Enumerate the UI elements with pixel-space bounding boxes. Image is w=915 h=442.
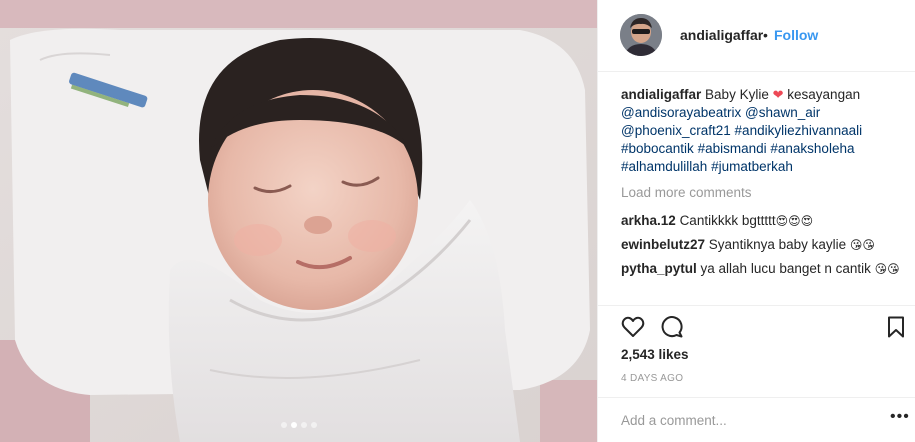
carousel-indicator — [0, 421, 597, 429]
caption-tag[interactable]: #andikyliezhivannaali — [735, 123, 863, 138]
add-comment-bar: ••• — [598, 397, 915, 442]
carousel-dot[interactable] — [300, 422, 307, 428]
caption-tag[interactable]: #bobocantik — [621, 141, 694, 156]
comment-text: Cantikkkk bgttttt — [679, 213, 776, 228]
post-header: andialigaffar • Follow — [598, 0, 915, 72]
comment: arkha.12 Cantikkkk bgttttt😍😍😍 — [621, 212, 901, 230]
comment-text: Syantiknya baby kaylie — [708, 237, 847, 252]
caption-tag[interactable]: #jumatberkah — [711, 159, 793, 174]
likes-count[interactable]: 2,543 likes — [621, 347, 689, 362]
carousel-dot[interactable] — [280, 422, 287, 428]
caption-tag[interactable]: @andisorayabeatrix — [621, 105, 741, 120]
caption-username[interactable]: andialigaffar — [621, 87, 701, 102]
header-separator: • — [763, 27, 768, 43]
comment-username[interactable]: arkha.12 — [621, 213, 676, 228]
comment: ewinbelutz27 Syantiknya baby kaylie 😘😘 — [621, 236, 901, 254]
comment-bubble-icon[interactable] — [660, 315, 684, 339]
caption-text-after: kesayangan — [787, 87, 861, 102]
heart-emoji: ❤ — [772, 87, 784, 102]
caption-tag[interactable]: @shawn_air — [745, 105, 820, 120]
avatar-image — [620, 14, 662, 56]
caption-tag[interactable]: #alhamdulillah — [621, 159, 707, 174]
comments-list: andialigaffar Baby Kylie ❤ kesayangan @a… — [621, 86, 901, 284]
carousel-dot-active[interactable] — [290, 422, 297, 428]
post-timestamp: 4 DAYS AGO — [621, 373, 684, 384]
more-options-icon[interactable]: ••• — [890, 408, 910, 426]
caption-tag[interactable]: #anaksholeha — [770, 141, 854, 156]
comment-text: ya allah lucu banget n cantik — [700, 261, 871, 276]
load-more-comments-button[interactable]: Load more comments — [621, 184, 901, 202]
comment-username[interactable]: ewinbelutz27 — [621, 237, 705, 252]
header-username[interactable]: andialigaffar — [680, 27, 763, 43]
caption-tag[interactable]: #abismandi — [698, 141, 767, 156]
comment-input[interactable] — [621, 411, 861, 429]
caption-text: Baby Kylie — [705, 87, 769, 102]
comment-emoji: 😍😍😍 — [775, 214, 814, 228]
comment-emoji: 😘😘 — [874, 262, 900, 276]
post-photo[interactable] — [0, 0, 597, 442]
follow-button[interactable]: Follow — [774, 27, 818, 43]
caption: andialigaffar Baby Kylie ❤ kesayangan @a… — [621, 86, 901, 176]
heart-outline-icon[interactable] — [621, 315, 645, 339]
avatar[interactable] — [620, 14, 662, 56]
comment-emoji: 😘😘 — [849, 238, 875, 252]
action-bar — [598, 305, 915, 345]
carousel-dot[interactable] — [310, 422, 317, 428]
bookmark-icon[interactable] — [884, 315, 908, 339]
newborn-photo — [0, 0, 597, 442]
comment-username[interactable]: pytha_pytul — [621, 261, 697, 276]
post-sidebar: andialigaffar • Follow andialigaffar Bab… — [597, 0, 915, 442]
caption-tag[interactable]: @phoenix_craft21 — [621, 123, 731, 138]
comment: pytha_pytul ya allah lucu banget n canti… — [621, 260, 901, 278]
